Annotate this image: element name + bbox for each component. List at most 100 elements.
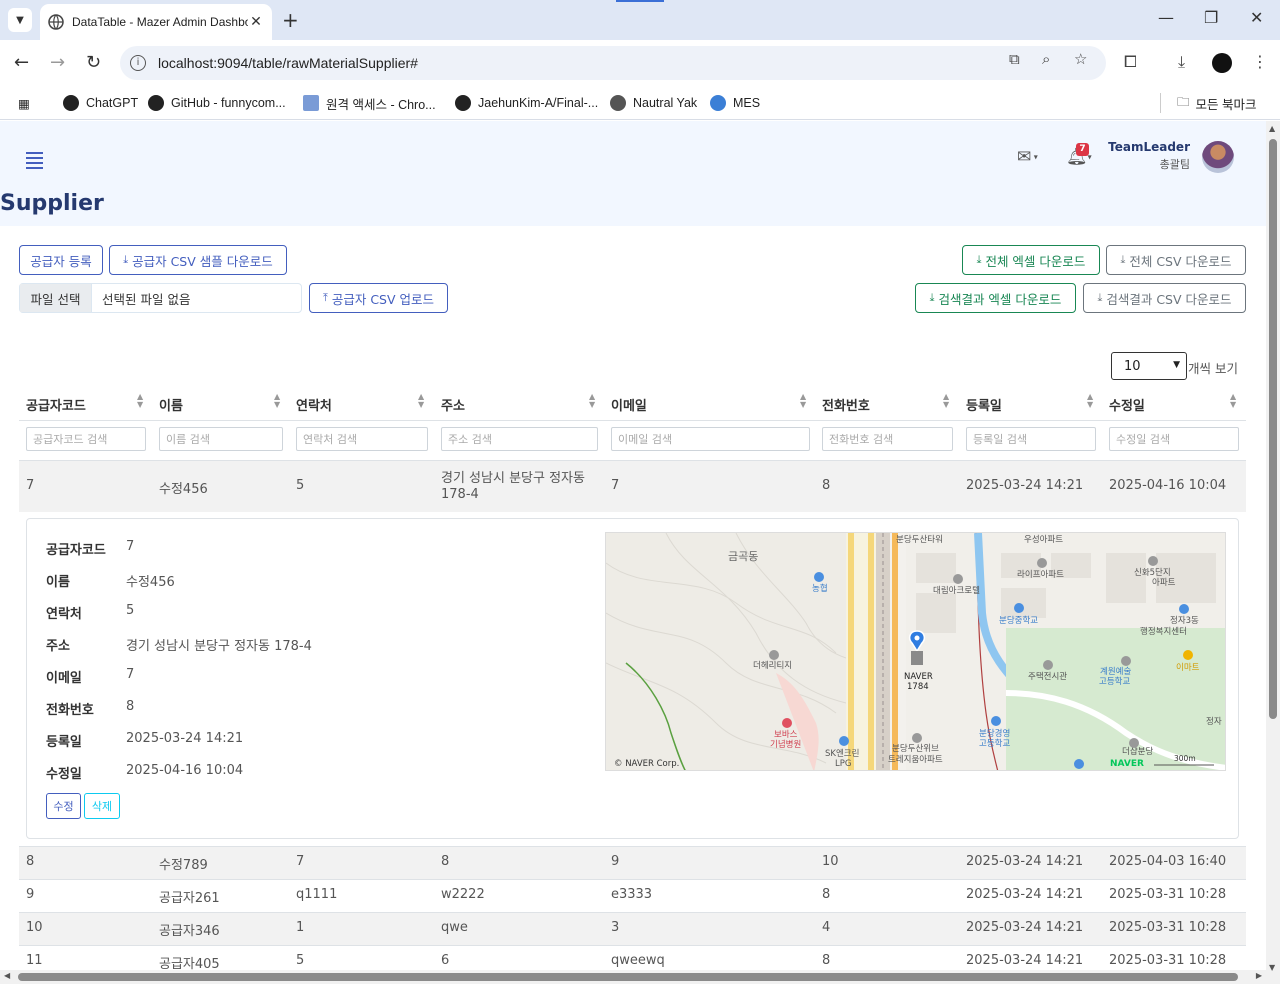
column-header-phone[interactable]: 전화번호 bbox=[822, 395, 870, 414]
menu-kebab-icon[interactable]: ⋮ bbox=[1252, 52, 1268, 71]
scroll-right-icon[interactable]: ▶ bbox=[1256, 971, 1262, 980]
csv-all-download-button[interactable]: ⤓ 전체 CSV 다운로드 bbox=[1106, 245, 1246, 275]
bookmark-chatgpt[interactable]: ChatGPT bbox=[63, 93, 138, 113]
sort-icon[interactable]: ▲ ▼ bbox=[800, 393, 806, 409]
svg-text:LPG: LPG bbox=[835, 759, 851, 769]
scroll-down-icon[interactable]: ▼ bbox=[1269, 963, 1275, 972]
globe-icon bbox=[48, 14, 64, 30]
filter-created-input[interactable]: 등록일 검색 bbox=[966, 427, 1096, 451]
column-header-modified[interactable]: 수정일 bbox=[1109, 395, 1145, 414]
detail-value: 7 bbox=[126, 667, 135, 682]
vertical-scrollbar[interactable]: ▲ ▼ bbox=[1266, 121, 1280, 984]
filter-email-input[interactable]: 이메일 검색 bbox=[611, 427, 810, 451]
filter-modified-input[interactable]: 수정일 검색 bbox=[1109, 427, 1239, 451]
url-text[interactable]: localhost:9094/table/rawMaterialSupplier… bbox=[158, 55, 418, 71]
sort-icon[interactable]: ▲ ▼ bbox=[274, 393, 280, 409]
restore-button[interactable]: ❐ bbox=[1204, 8, 1218, 27]
user-avatar[interactable] bbox=[1202, 141, 1234, 173]
sort-icon[interactable]: ▲ ▼ bbox=[943, 393, 949, 409]
chevron-down-icon: ▼ bbox=[16, 14, 24, 26]
bookmark-star-icon[interactable]: ☆ bbox=[1074, 50, 1087, 68]
translate-icon[interactable]: ⧉ bbox=[1009, 50, 1020, 68]
excel-all-download-button[interactable]: ⤓ 전체 엑셀 다운로드 bbox=[962, 245, 1100, 275]
cell-phone: 8 bbox=[822, 478, 831, 493]
bookmark-github-jaehun[interactable]: JaehunKim-A/Final-... bbox=[455, 93, 598, 113]
filter-contact-input[interactable]: 연락처 검색 bbox=[296, 427, 428, 451]
cell-modified: 2025-04-03 16:40 bbox=[1109, 854, 1227, 869]
sort-icon[interactable]: ▲ ▼ bbox=[1230, 393, 1236, 409]
close-window-button[interactable]: ✕ bbox=[1250, 8, 1263, 27]
detail-value: 2025-04-16 10:04 bbox=[126, 763, 244, 778]
sort-icon[interactable]: ▲ ▼ bbox=[589, 393, 595, 409]
svg-text:이마트: 이마트 bbox=[1176, 662, 1200, 673]
column-header-name[interactable]: 이름 bbox=[159, 395, 183, 414]
filter-code-input[interactable]: 공급자코드 검색 bbox=[26, 427, 146, 451]
bookmark-remote-access[interactable]: 원격 액세스 - Chro... bbox=[303, 93, 436, 113]
scroll-left-icon[interactable]: ◀ bbox=[4, 971, 10, 980]
filter-address-input[interactable]: 주소 검색 bbox=[441, 427, 598, 451]
excel-search-download-button[interactable]: ⤓ 검색결과 엑셀 다운로드 bbox=[915, 283, 1076, 313]
column-header-email[interactable]: 이메일 bbox=[611, 395, 647, 414]
svg-text:행정복지센터: 행정복지센터 bbox=[1140, 626, 1187, 637]
hamburger-menu-icon[interactable] bbox=[26, 152, 43, 172]
forward-button[interactable]: → bbox=[50, 53, 65, 73]
scroll-up-icon[interactable]: ▲ bbox=[1269, 124, 1275, 133]
csv-upload-button[interactable]: ⤒ 공급자 CSV 업로드 bbox=[309, 283, 448, 313]
mail-icon[interactable]: ✉ ▾ bbox=[1017, 147, 1038, 167]
sort-icon[interactable]: ▲ ▼ bbox=[1087, 393, 1093, 409]
svg-text:대림아크로텔: 대림아크로텔 bbox=[933, 585, 980, 596]
bookmark-mes[interactable]: MES bbox=[710, 93, 760, 113]
naver-map[interactable]: 금곡동 분당두산타워 우성아파트 라이프아파트 신화5단지 아파트 대림아크로텔… bbox=[605, 532, 1226, 771]
svg-text:기념병원: 기념병원 bbox=[770, 740, 801, 750]
sort-icon[interactable]: ▲ ▼ bbox=[418, 393, 424, 409]
profile-avatar[interactable] bbox=[1212, 53, 1232, 73]
all-bookmarks[interactable]: 🗀 모든 북마크 bbox=[1160, 93, 1257, 113]
detail-value: 수정456 bbox=[126, 575, 175, 590]
filter-phone-input[interactable]: 전화번호 검색 bbox=[822, 427, 953, 451]
register-supplier-button[interactable]: 공급자 등록 bbox=[19, 245, 103, 275]
bookmark-github-funnycom[interactable]: GitHub - funnycom... bbox=[148, 93, 286, 113]
svg-text:분당경영: 분당경영 bbox=[979, 728, 1010, 739]
minimize-button[interactable]: — bbox=[1158, 8, 1174, 27]
extensions-icon[interactable]: ⧠ bbox=[1124, 52, 1137, 72]
cell-name: 공급자346 bbox=[159, 924, 220, 939]
csv-search-download-button[interactable]: ⤓ 검색결과 CSV 다운로드 bbox=[1083, 283, 1246, 313]
downloads-icon[interactable]: ⤓ bbox=[1178, 52, 1185, 72]
zoom-icon[interactable]: ⌕ bbox=[1042, 50, 1050, 68]
reload-button[interactable]: ↻ bbox=[86, 53, 101, 73]
column-header-address[interactable]: 주소 bbox=[441, 395, 465, 414]
tab-search-button[interactable]: ▼ bbox=[8, 8, 32, 32]
cell-address: 6 bbox=[441, 953, 450, 968]
csv-sample-download-button[interactable]: ⤓ 공급자 CSV 샘플 다운로드 bbox=[109, 245, 287, 275]
address-bar[interactable]: i localhost:9094/table/rawMaterialSuppli… bbox=[120, 46, 1106, 80]
column-header-contact[interactable]: 연락처 bbox=[296, 395, 332, 414]
apps-grid-icon[interactable]: ▦ bbox=[18, 93, 30, 113]
column-header-created[interactable]: 등록일 bbox=[966, 395, 1002, 414]
horizontal-scrollbar[interactable]: ◀ ▶ bbox=[0, 970, 1266, 984]
svg-text:NAVER: NAVER bbox=[1110, 759, 1144, 769]
per-page-select[interactable]: 10 ▼ bbox=[1111, 352, 1187, 380]
svg-text:고등학교: 고등학교 bbox=[1099, 676, 1130, 687]
cell-code: 9 bbox=[26, 887, 35, 902]
scrollbar-thumb[interactable] bbox=[1269, 139, 1277, 719]
browser-tab-active[interactable]: DataTable - Mazer Admin Dashboard ✕ bbox=[40, 4, 272, 40]
new-tab-button[interactable]: + bbox=[282, 8, 299, 32]
sort-icon[interactable]: ▲ ▼ bbox=[137, 393, 143, 409]
detail-label: 수정일 bbox=[46, 767, 82, 782]
delete-button[interactable]: 삭제 bbox=[84, 793, 120, 819]
svg-text:고등학교: 고등학교 bbox=[979, 738, 1010, 749]
close-tab-icon[interactable]: ✕ bbox=[248, 14, 264, 30]
svg-text:보바스: 보바스 bbox=[774, 729, 798, 740]
site-info-icon[interactable]: i bbox=[130, 55, 146, 71]
page-title: Supplier bbox=[0, 191, 104, 216]
scrollbar-thumb[interactable] bbox=[18, 973, 1238, 981]
file-choose-button[interactable]: 파일 선택 bbox=[20, 284, 92, 312]
back-button[interactable]: ← bbox=[14, 53, 29, 73]
bookmark-nautral-yak[interactable]: Nautral Yak bbox=[610, 93, 697, 113]
detail-label: 공급자코드 bbox=[46, 543, 106, 558]
edit-button[interactable]: 수정 bbox=[46, 793, 81, 819]
column-header-code[interactable]: 공급자코드 bbox=[26, 395, 86, 414]
cell-code: 11 bbox=[26, 953, 43, 968]
filter-name-input[interactable]: 이름 검색 bbox=[159, 427, 283, 451]
file-input[interactable]: 파일 선택 선택된 파일 없음 bbox=[19, 283, 302, 313]
